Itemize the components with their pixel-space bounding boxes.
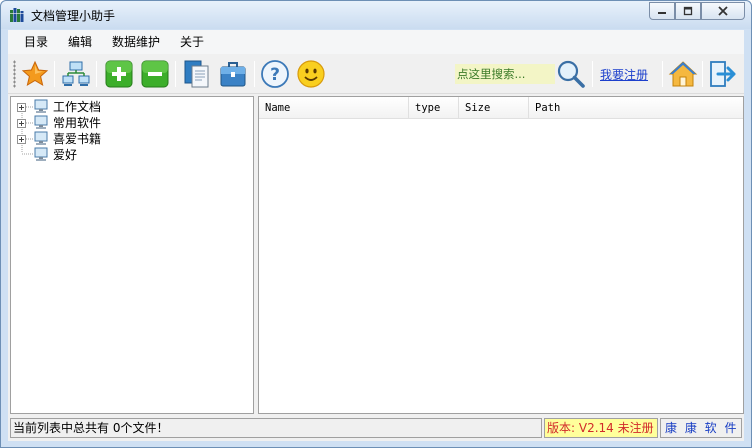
minimize-button[interactable]	[649, 2, 675, 20]
tree-item-label: 喜爱书籍	[53, 132, 102, 146]
toolbar-separator	[96, 61, 97, 87]
tree-expander[interactable]	[17, 103, 26, 112]
tree-item-label: 爱好	[53, 148, 78, 162]
tree-item-work-docs[interactable]: 工作文档	[11, 99, 251, 115]
toolbar-grip[interactable]	[13, 60, 16, 88]
tree-item-hobbies[interactable]: 爱好	[11, 147, 251, 163]
column-header-name[interactable]: Name	[259, 97, 409, 119]
books-icon	[10, 8, 24, 22]
remove-icon[interactable]	[140, 59, 170, 89]
exit-icon[interactable]	[708, 59, 738, 89]
client-area: 目录 编辑 数据维护 关于 ? 点这里搜索... 我要注册 工作文档 常用软件 …	[8, 30, 744, 441]
brand-label: 康 康 软 件	[660, 418, 742, 438]
maximize-button[interactable]	[675, 2, 701, 20]
smiley-icon[interactable]	[296, 59, 326, 89]
close-button[interactable]	[701, 2, 745, 20]
toolbar-separator	[175, 61, 176, 87]
tree-expander[interactable]	[17, 135, 26, 144]
app-window: 文档管理小助手 目录 编辑 数据维护 关于 ? 点这里搜索... 我要注册 工作…	[0, 0, 752, 448]
file-list[interactable]: Name type Size Path	[258, 96, 744, 414]
tree-item-label: 常用软件	[53, 116, 102, 130]
toolbar-separator	[254, 61, 255, 87]
tree-expander[interactable]	[17, 119, 26, 128]
network-computers-icon[interactable]	[61, 59, 91, 89]
window-title: 文档管理小助手	[31, 9, 116, 23]
menu-edit[interactable]: 编辑	[58, 30, 102, 54]
computer-icon	[34, 115, 48, 129]
tree-item-label: 工作文档	[53, 100, 102, 114]
help-icon[interactable]: ?	[260, 59, 290, 89]
computer-icon	[34, 147, 48, 161]
folder-tree[interactable]: 工作文档 常用软件 喜爱书籍 爱好	[10, 96, 254, 414]
toolbar-separator	[702, 61, 703, 87]
close-icon	[718, 6, 728, 16]
home-icon[interactable]	[668, 59, 698, 89]
minimize-icon	[658, 12, 666, 14]
toolbar: ? 我要注册	[8, 54, 744, 94]
menu-bar: 目录 编辑 数据维护 关于	[8, 30, 744, 54]
favorite-star-icon[interactable]	[20, 59, 50, 89]
menu-directory[interactable]: 目录	[8, 30, 58, 54]
status-bar: 当前列表中总共有 0个文件！ 版本: V2.14 未注册 康 康 软 件	[8, 417, 744, 439]
column-header-path[interactable]: Path	[529, 97, 741, 119]
file-list-header: Name type Size Path	[259, 97, 743, 119]
search-input[interactable]	[455, 64, 555, 84]
version-badge: 版本: V2.14 未注册	[544, 418, 658, 438]
add-icon[interactable]	[104, 59, 134, 89]
status-message: 当前列表中总共有 0个文件！	[10, 418, 542, 438]
menu-data-maintenance[interactable]: 数据维护	[102, 30, 170, 54]
toolbar-separator	[54, 61, 55, 87]
copy-documents-icon[interactable]	[182, 59, 212, 89]
computer-icon	[34, 131, 48, 145]
computer-icon	[34, 99, 48, 113]
maximize-icon	[683, 6, 693, 16]
toolbar-separator	[662, 61, 663, 87]
column-header-type[interactable]: type	[409, 97, 459, 119]
column-header-size[interactable]: Size	[459, 97, 529, 119]
svg-text:?: ?	[270, 65, 280, 85]
search-icon[interactable]	[556, 59, 586, 89]
toolbar-separator	[592, 61, 593, 87]
menu-about[interactable]: 关于	[170, 30, 214, 54]
tree-item-favorite-books[interactable]: 喜爱书籍	[11, 131, 251, 147]
briefcase-icon[interactable]	[218, 59, 248, 89]
title-bar[interactable]: 文档管理小助手	[1, 1, 751, 29]
tree-item-common-software[interactable]: 常用软件	[11, 115, 251, 131]
register-link[interactable]: 我要注册	[600, 66, 648, 83]
